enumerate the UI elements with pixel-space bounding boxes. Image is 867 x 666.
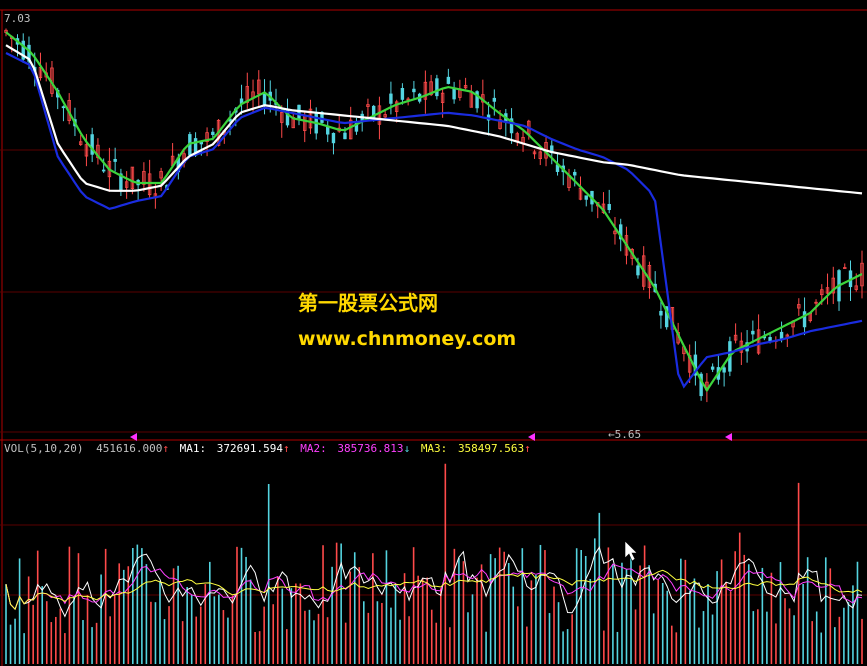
candle-body <box>607 204 611 211</box>
watermark: 第一股票公式网 www.chnmoney.com <box>298 291 516 350</box>
candle-body <box>584 195 588 200</box>
candle-body <box>389 93 393 104</box>
candle-body <box>659 310 663 316</box>
candle-body <box>452 88 456 100</box>
white-indicator-line <box>5 44 863 195</box>
watermark-line2: www.chnmoney.com <box>298 328 516 350</box>
watermark-line1: 第一股票公式网 <box>298 291 438 315</box>
candle-body <box>262 93 267 107</box>
mouse-cursor-icon <box>624 540 638 562</box>
candle-body <box>331 132 336 144</box>
candle-body <box>722 367 726 373</box>
candle-body <box>412 88 416 93</box>
candle-body <box>446 76 451 84</box>
candle-body <box>211 131 215 135</box>
candle-body <box>435 78 439 97</box>
candle-body <box>101 169 106 172</box>
candle-body <box>61 106 66 109</box>
candle-body <box>710 366 715 370</box>
volume-ma-lines <box>5 545 863 618</box>
stock-chart[interactable]: 7.03 ←5.65 第一股票公式网 www.chnmoney.com VOL(… <box>0 0 867 666</box>
volume-legend: VOL(5,10,20) 451616.000↑ MA1: 372691.594… <box>4 442 531 455</box>
candle-body <box>113 158 117 162</box>
volume-panel[interactable]: VOL(5,10,20) 451616.000↑ MA1: 372691.594… <box>0 442 867 664</box>
candle-body <box>751 330 755 335</box>
candle-body <box>768 337 772 342</box>
candle-body <box>636 265 640 276</box>
candle-body <box>492 97 497 102</box>
candle-body <box>343 132 347 140</box>
high-price-marker: 7.03 <box>4 12 31 25</box>
low-price-marker: ←5.65 <box>608 428 641 441</box>
candle-body <box>326 126 330 135</box>
candle-body <box>573 171 577 176</box>
candle-body <box>802 311 807 328</box>
candle-body <box>400 87 405 100</box>
volume-ma1-line <box>5 545 863 618</box>
